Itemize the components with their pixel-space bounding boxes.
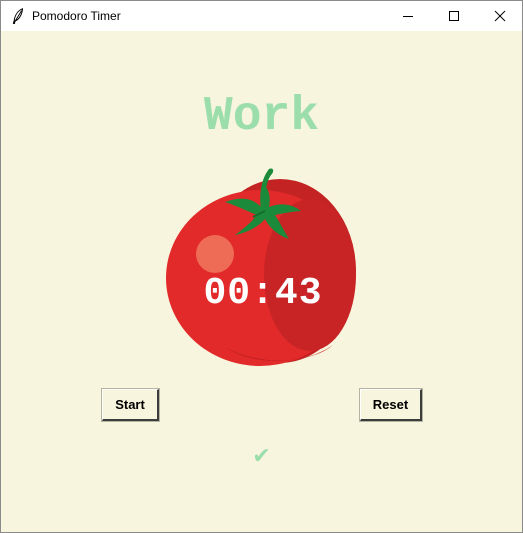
timer-display: 00:43 [203, 272, 323, 315]
title-bar[interactable]: Pomodoro Timer [1, 1, 522, 31]
maximize-icon [449, 11, 459, 21]
tomato-image [166, 168, 356, 366]
close-button[interactable] [477, 1, 523, 31]
minimize-icon [403, 16, 413, 17]
feather-icon [12, 8, 24, 24]
minimize-button[interactable] [385, 1, 431, 31]
app-content: Work 00:43 Start Reset ✔ [1, 31, 522, 532]
reset-button[interactable]: Reset [359, 388, 423, 422]
page-title: Work [203, 90, 320, 144]
start-button[interactable]: Start [101, 388, 160, 422]
maximize-button[interactable] [431, 1, 477, 31]
window-title: Pomodoro Timer [32, 9, 121, 23]
app-window: Pomodoro Timer Work 00:43 Start Reset ✔ [0, 0, 523, 533]
close-icon [494, 10, 506, 22]
checkmark-icon: ✔ [252, 444, 271, 469]
